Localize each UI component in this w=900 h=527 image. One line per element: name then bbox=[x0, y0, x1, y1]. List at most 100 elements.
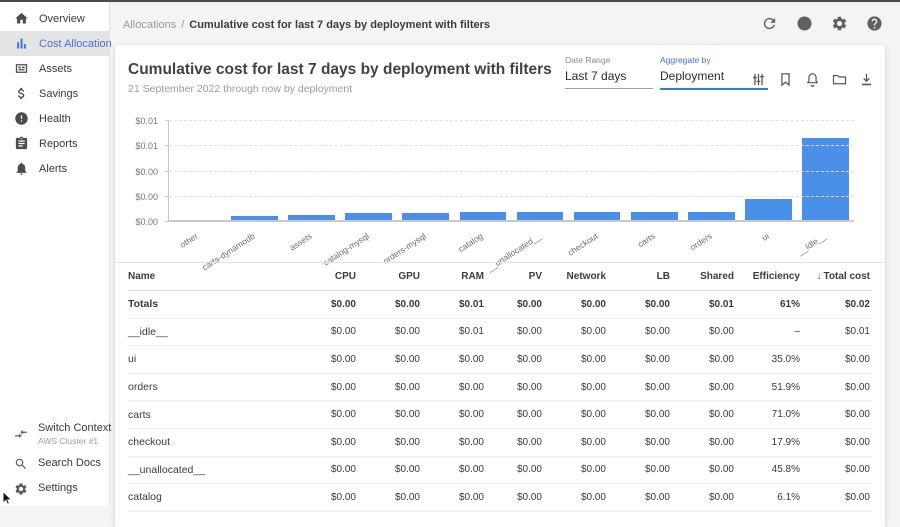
row-value-total-cost: $0.00 bbox=[802, 354, 872, 365]
row-value-ram: $0.00 bbox=[422, 382, 486, 393]
row-value-cpu: $0.00 bbox=[294, 382, 358, 393]
row-value-cpu: $0.00 bbox=[294, 464, 358, 475]
row-value-gpu: $0.00 bbox=[358, 299, 422, 310]
allocation-table: NameCPU GPURAM PVNetworkLBShared Efficiency… bbox=[128, 263, 872, 512]
x-label-slot: carts-dynamodb bbox=[225, 227, 282, 255]
row-name: __unallocated__ bbox=[128, 464, 294, 476]
column-header-efficiency[interactable]: Efficiency bbox=[736, 271, 802, 282]
table-row-carts[interactable]: carts$0.00$0.00$0.00$0.00$0.00$0.00$0.00… bbox=[128, 401, 872, 429]
topbar: Allocations / Cumulative cost for last 7… bbox=[111, 0, 900, 45]
sidebar-item-label: Health bbox=[39, 113, 71, 125]
date-range-select[interactable]: Date Range Last 7 days bbox=[565, 55, 653, 89]
sidebar-item-cost-allocation[interactable]: Cost Allocation bbox=[0, 31, 109, 56]
row-value-total-cost: $0.00 bbox=[802, 382, 872, 393]
column-header-gpu[interactable]: GPU bbox=[358, 271, 422, 282]
sidebar-item-health[interactable]: Health bbox=[0, 106, 109, 131]
bar-idle[interactable] bbox=[802, 138, 849, 222]
table-row-idle[interactable]: __idle__$0.00$0.00$0.01$0.00$0.00$0.00$0… bbox=[128, 319, 872, 347]
column-header-network[interactable]: Network bbox=[544, 271, 608, 282]
row-value-efficiency: 45.8% bbox=[736, 464, 802, 475]
breadcrumb-current: Cumulative cost for last 7 days by deplo… bbox=[189, 19, 490, 31]
bar-slot bbox=[569, 121, 626, 222]
row-name: checkout bbox=[128, 436, 294, 448]
row-name: carts bbox=[128, 409, 294, 421]
x-label-slot: __idle__ bbox=[797, 227, 854, 255]
sidebar-item-settings[interactable]: Settings bbox=[0, 476, 109, 501]
gear-icon-button[interactable] bbox=[831, 15, 848, 32]
x-label-slot: carts bbox=[625, 227, 682, 255]
breadcrumb-parent-link[interactable]: Allocations bbox=[123, 19, 176, 31]
bar-ui[interactable] bbox=[745, 199, 792, 222]
y-axis-tick bbox=[165, 196, 169, 197]
row-value-efficiency: 51.9% bbox=[736, 382, 802, 393]
check-circle-icon-button[interactable] bbox=[796, 15, 813, 32]
row-value-total-cost: $0.01 bbox=[802, 326, 872, 337]
y-tick-label: $0.00 bbox=[135, 167, 158, 177]
sidebar-item-label: Cost Allocation bbox=[39, 38, 112, 50]
chart-gridline bbox=[169, 196, 854, 197]
column-header-label: Efficiency bbox=[753, 271, 800, 282]
bookmark-icon-button[interactable] bbox=[777, 71, 794, 88]
column-header-pv[interactable]: PV bbox=[486, 271, 544, 282]
bell-icon-button[interactable] bbox=[804, 71, 821, 88]
row-value-pv: $0.00 bbox=[486, 354, 544, 365]
sort-descending-arrow-icon: ↓ bbox=[817, 271, 822, 282]
column-header-lb[interactable]: LB bbox=[608, 271, 672, 282]
column-header-cpu[interactable]: CPU bbox=[294, 271, 358, 282]
tune-icon-button[interactable] bbox=[750, 71, 767, 88]
table-row-totals[interactable]: Totals$0.00$0.00$0.01$0.00$0.00$0.00$0.0… bbox=[128, 291, 872, 319]
row-value-shared: $0.00 bbox=[672, 354, 736, 365]
table-row-orders[interactable]: orders$0.00$0.00$0.00$0.00$0.00$0.00$0.0… bbox=[128, 374, 872, 402]
bar-slot bbox=[683, 121, 740, 222]
column-header-shared[interactable]: Shared bbox=[672, 271, 736, 282]
chart-baseline bbox=[169, 220, 854, 222]
search-icon bbox=[14, 457, 28, 471]
sidebar-item-assets[interactable]: Assets bbox=[0, 56, 109, 81]
column-header-name[interactable]: Name bbox=[128, 271, 294, 282]
sidebar-item-alerts[interactable]: Alerts bbox=[0, 156, 109, 181]
table-row-unallocated[interactable]: __unallocated__$0.00$0.00$0.00$0.00$0.00… bbox=[128, 457, 872, 485]
health-error-icon bbox=[14, 111, 29, 126]
sidebar-item-reports[interactable]: Reports bbox=[0, 131, 109, 156]
breadcrumb-separator: / bbox=[181, 19, 184, 31]
folder-icon-button[interactable] bbox=[831, 71, 848, 88]
column-header-label: PV bbox=[529, 271, 542, 282]
x-label-slot: ui bbox=[740, 227, 797, 255]
row-value-gpu: $0.00 bbox=[358, 409, 422, 420]
download-icon-button[interactable] bbox=[858, 71, 875, 88]
y-tick-label: $0.00 bbox=[135, 217, 158, 227]
row-value-gpu: $0.00 bbox=[358, 382, 422, 393]
breadcrumb: Allocations / Cumulative cost for last 7… bbox=[123, 19, 490, 31]
sidebar-item-overview[interactable]: Overview bbox=[0, 6, 109, 31]
refresh-icon-button[interactable] bbox=[761, 15, 778, 32]
sidebar-item-label: Savings bbox=[39, 88, 78, 100]
row-name: catalog bbox=[128, 491, 294, 503]
chart-y-axis: $0.00$0.00$0.00$0.01$0.01 bbox=[128, 121, 162, 222]
column-header-total-cost[interactable]: ↓Total cost bbox=[802, 271, 872, 282]
x-tick-label: orders bbox=[688, 231, 714, 253]
row-value-pv: $0.00 bbox=[486, 437, 544, 448]
cluster-context-label: AWS Cluster #1 bbox=[38, 436, 111, 447]
column-header-ram[interactable]: RAM bbox=[422, 271, 486, 282]
row-value-network: $0.00 bbox=[544, 409, 608, 420]
row-value-network: $0.00 bbox=[544, 464, 608, 475]
table-row-checkout[interactable]: checkout$0.00$0.00$0.00$0.00$0.00$0.00$0… bbox=[128, 429, 872, 457]
gear-icon bbox=[14, 482, 28, 496]
row-value-pv: $0.00 bbox=[486, 299, 544, 310]
row-value-pv: $0.00 bbox=[486, 326, 544, 337]
table-row-catalog[interactable]: catalog$0.00$0.00$0.00$0.00$0.00$0.00$0.… bbox=[128, 484, 872, 512]
sidebar-footer: Switch ContextAWS Cluster #1Search DocsS… bbox=[0, 417, 109, 506]
reports-clipboard-icon bbox=[14, 136, 29, 151]
help-icon-button[interactable] bbox=[866, 15, 883, 32]
x-tick-label: __idle__ bbox=[796, 231, 828, 257]
column-header-label: GPU bbox=[398, 271, 420, 282]
row-value-cpu: $0.00 bbox=[294, 409, 358, 420]
bar-slot bbox=[626, 121, 683, 222]
sidebar-item-savings[interactable]: Savings bbox=[0, 81, 109, 106]
sidebar-item-switch-context[interactable]: Switch ContextAWS Cluster #1 bbox=[0, 417, 109, 451]
row-value-lb: $0.00 bbox=[608, 437, 672, 448]
row-value-gpu: $0.00 bbox=[358, 354, 422, 365]
row-value-pv: $0.00 bbox=[486, 464, 544, 475]
sidebar-item-search-docs[interactable]: Search Docs bbox=[0, 451, 109, 476]
table-row-ui[interactable]: ui$0.00$0.00$0.00$0.00$0.00$0.00$0.0035.… bbox=[128, 346, 872, 374]
